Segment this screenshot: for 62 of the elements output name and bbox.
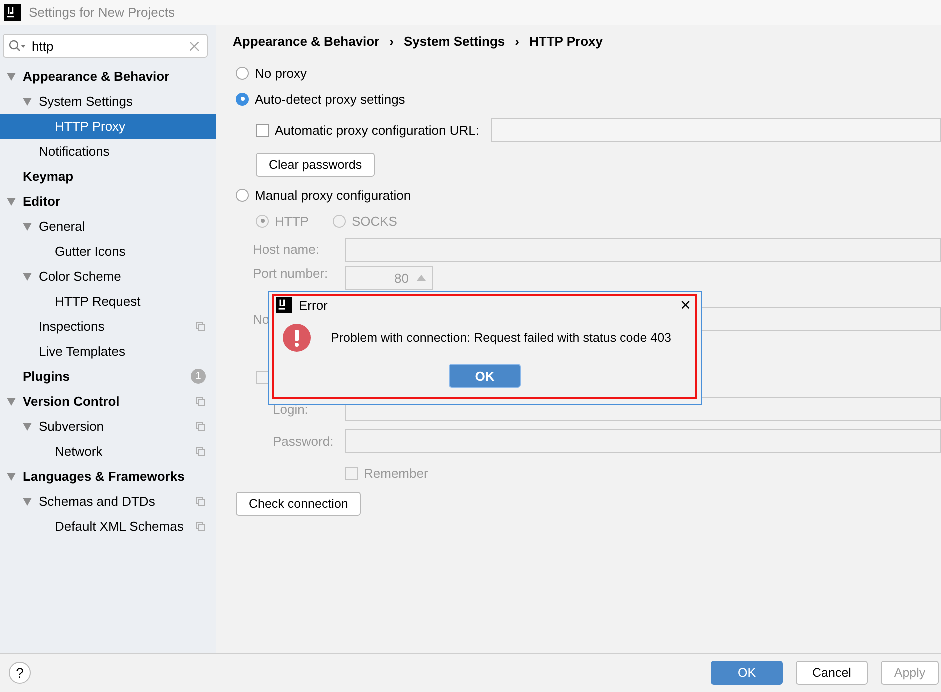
expand-arrow-icon[interactable] (7, 72, 16, 80)
radio-label[interactable]: Auto-detect proxy settings (255, 92, 406, 106)
count-badge: 1 (191, 369, 206, 384)
tree-item[interactable]: Keymap (0, 164, 216, 189)
expand-arrow-icon[interactable] (23, 498, 32, 506)
tree-item[interactable]: Languages & Frameworks (0, 464, 216, 489)
search-field[interactable]: http (3, 34, 208, 58)
expand-arrow-icon[interactable] (23, 98, 32, 106)
tree-item[interactable]: HTTP Request (0, 289, 216, 314)
error-icon (283, 324, 311, 352)
expand-arrow-icon[interactable] (23, 272, 32, 280)
tree-item[interactable]: Plugins 1 (0, 364, 216, 389)
tree-item[interactable]: Version Control (0, 389, 216, 414)
check-connection-button[interactable]: Check connection (236, 492, 362, 516)
ok-button[interactable]: OK (449, 364, 521, 388)
window-title: Settings for New Projects (29, 5, 175, 20)
breadcrumb-separator: › (390, 34, 394, 49)
breadcrumb-item: HTTP Proxy (530, 34, 603, 49)
radio-button[interactable] (236, 92, 249, 106)
help-button[interactable]: ? (9, 662, 31, 684)
radio-button[interactable] (236, 188, 249, 202)
expand-arrow-icon[interactable] (7, 398, 16, 406)
url-field[interactable] (491, 118, 941, 142)
tree-item[interactable]: Live Templates (0, 339, 216, 364)
clear-icon[interactable] (190, 42, 199, 51)
breadcrumb-separator: › (515, 34, 520, 49)
app-logo-icon (276, 297, 292, 313)
tree-item[interactable]: System Settings (0, 89, 216, 114)
checkbox[interactable] (256, 124, 269, 136)
field-label: Port number: (253, 266, 328, 281)
field-label: Host name: (253, 242, 320, 257)
clear-passwords-button[interactable]: Clear passwords (256, 153, 376, 177)
expand-arrow-icon[interactable] (7, 198, 16, 206)
dialog-button[interactable]: Cancel (796, 661, 868, 685)
tree-item[interactable]: Default XML Schemas (0, 514, 216, 539)
tree-item[interactable]: Gutter Icons (0, 239, 216, 264)
radio-button[interactable] (236, 66, 249, 80)
close-button[interactable]: × (680, 296, 691, 314)
field-label: Login: (273, 402, 308, 416)
tree-item[interactable]: Appearance & Behavior (0, 64, 216, 89)
expand-arrow-icon[interactable] (7, 472, 16, 480)
tree-item[interactable]: Color Scheme (0, 264, 216, 289)
radio-label[interactable]: No proxy (255, 66, 308, 80)
dialog-button[interactable]: OK (711, 661, 783, 685)
tree-item[interactable]: General (0, 214, 216, 239)
tree-item[interactable]: HTTP Proxy (0, 114, 216, 139)
expand-arrow-icon[interactable] (23, 422, 32, 430)
breadcrumb-item: Appearance & Behavior (233, 34, 380, 49)
checkbox-label[interactable]: Automatic proxy configuration URL: (275, 122, 480, 138)
tree-item[interactable]: Network (0, 439, 216, 464)
app-logo-icon (4, 4, 21, 21)
breadcrumb-item: System Settings (404, 34, 506, 49)
dialog-title: Error (299, 298, 329, 312)
tree-item[interactable]: Inspections (0, 314, 216, 339)
field-label: Password: (273, 434, 334, 448)
radio-label[interactable]: Manual proxy configuration (255, 188, 412, 202)
expand-arrow-icon[interactable] (23, 222, 32, 230)
tree-item[interactable]: Editor (0, 189, 216, 214)
error-message: Problem with connection: Request failed with status code 403 (331, 331, 672, 345)
tree-item[interactable]: Schemas and DTDs (0, 489, 216, 514)
tree-item[interactable]: Subversion (0, 414, 216, 439)
tree-item[interactable]: Notifications (0, 139, 216, 164)
